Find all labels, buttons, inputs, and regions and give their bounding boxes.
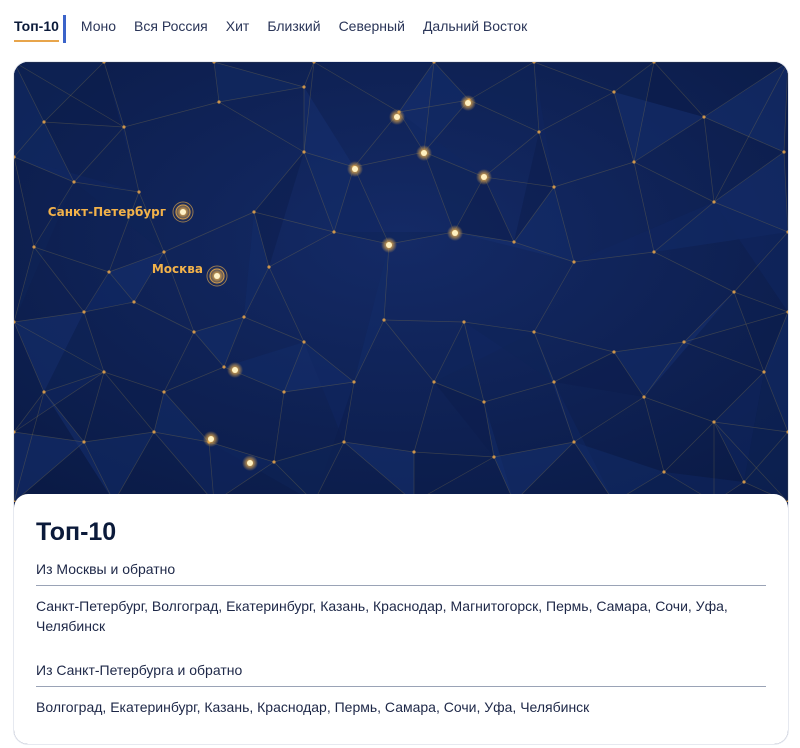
map-node <box>137 190 141 194</box>
tab-top10[interactable]: Топ-10 <box>14 0 59 44</box>
map-node <box>282 390 286 394</box>
destination-city-dot[interactable] <box>476 169 492 185</box>
section-title-spb: Из Санкт-Петербурга и обратно <box>36 662 766 687</box>
tab-bar: Топ-10 Моно Вся Россия Хит Близкий Север… <box>14 0 545 52</box>
map-node <box>162 250 166 254</box>
map-node <box>552 380 556 384</box>
constellation-map: Санкт-Петербург Москва <box>14 62 788 502</box>
tab-dalniy-vostok[interactable]: Дальний Восток <box>423 0 527 44</box>
map-node <box>352 380 356 384</box>
map-node <box>42 120 46 124</box>
map-node <box>102 370 106 374</box>
map-node <box>712 420 716 424</box>
city-list-spb: Волгоград, Екатеринбург, Казань, Краснод… <box>36 699 590 715</box>
tariff-title: Топ-10 <box>36 518 117 546</box>
map-node <box>252 210 256 214</box>
map-node <box>552 185 556 189</box>
map-node <box>107 270 111 274</box>
city-label-spb: Санкт-Петербург <box>48 205 166 219</box>
tariff-card: Санкт-Петербург Москва Топ-10 Из Москвы … <box>14 62 788 744</box>
route-map: Санкт-Петербург Москва <box>14 62 788 502</box>
map-node <box>122 125 126 129</box>
map-node <box>267 265 271 269</box>
tab-scroll-marker <box>63 15 66 43</box>
map-node <box>222 365 226 369</box>
map-node <box>302 150 306 154</box>
map-node <box>712 200 716 204</box>
map-node <box>192 330 196 334</box>
city-list-moscow: Санкт-Петербург, Волгоград, Екатеринбург… <box>36 598 728 634</box>
tab-mono[interactable]: Моно <box>81 0 116 44</box>
map-node <box>302 85 306 89</box>
map-node <box>762 370 766 374</box>
map-node <box>782 150 786 154</box>
map-node <box>702 115 706 119</box>
map-node <box>732 290 736 294</box>
destination-city-dot[interactable] <box>203 431 219 447</box>
map-node <box>382 318 386 322</box>
map-node <box>32 245 36 249</box>
map-node <box>412 450 416 454</box>
map-node <box>612 350 616 354</box>
map-node <box>572 440 576 444</box>
destination-city-dot[interactable] <box>347 161 363 177</box>
map-node <box>512 240 516 244</box>
map-node <box>162 390 166 394</box>
map-node <box>217 100 221 104</box>
map-node <box>82 440 86 444</box>
map-node <box>742 480 746 484</box>
map-node <box>632 160 636 164</box>
map-node <box>462 320 466 324</box>
map-node <box>492 455 496 459</box>
tariff-info-panel: Топ-10 Из Москвы и обратно Санкт-Петербу… <box>14 494 788 744</box>
map-node <box>432 380 436 384</box>
tab-hit[interactable]: Хит <box>226 0 250 44</box>
map-node <box>132 300 136 304</box>
map-node <box>342 440 346 444</box>
section-title-moscow: Из Москвы и обратно <box>36 561 766 586</box>
map-node <box>332 230 336 234</box>
map-node <box>532 330 536 334</box>
map-node <box>642 395 646 399</box>
destination-city-dot[interactable] <box>447 225 463 241</box>
map-node <box>302 340 306 344</box>
map-node <box>152 430 156 434</box>
map-node <box>612 90 616 94</box>
map-node <box>82 310 86 314</box>
map-node <box>42 390 46 394</box>
destination-city-dot[interactable] <box>460 95 476 111</box>
map-node <box>652 250 656 254</box>
tab-blizkiy[interactable]: Близкий <box>267 0 320 44</box>
map-node <box>682 340 686 344</box>
map-node <box>482 400 486 404</box>
map-node <box>72 180 76 184</box>
city-label-moscow: Москва <box>152 262 203 276</box>
map-node <box>272 460 276 464</box>
destination-city-dot[interactable] <box>381 237 397 253</box>
map-node <box>662 470 666 474</box>
map-node <box>537 130 541 134</box>
destination-city-dot[interactable] <box>227 362 243 378</box>
map-node <box>242 315 246 319</box>
destination-city-dot[interactable] <box>242 455 258 471</box>
tab-severny[interactable]: Северный <box>339 0 405 44</box>
destination-city-dot[interactable] <box>389 109 405 125</box>
map-node <box>572 260 576 264</box>
tab-active-underline <box>14 40 59 42</box>
destination-city-dot[interactable] <box>416 145 432 161</box>
tab-vsya-rossiya[interactable]: Вся Россия <box>134 0 208 44</box>
